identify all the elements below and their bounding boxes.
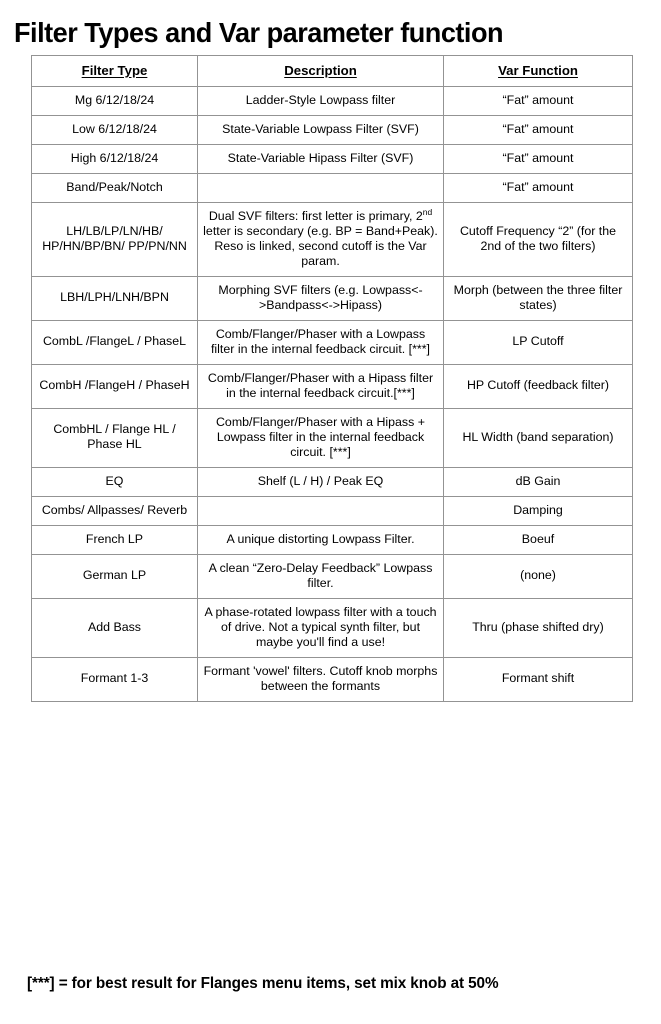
table-row: CombHL / Flange HL / Phase HL Comb/Flang… <box>31 407 633 468</box>
cell-var-function: dB Gain <box>443 466 633 497</box>
cell-filter-type: Mg 6/12/18/24 <box>31 85 198 116</box>
cell-var-function: Damping <box>443 495 633 526</box>
table-row: Low 6/12/18/24 State-Variable Lowpass Fi… <box>31 114 633 145</box>
cell-var-function: Morph (between the three filter states) <box>443 275 633 321</box>
table-row: LBH/LPH/LNH/BPN Morphing SVF filters (e.… <box>31 275 633 321</box>
cell-description <box>197 495 444 526</box>
cell-filter-type: Add Bass <box>31 597 198 658</box>
column-header-filter-type: Filter Type <box>31 55 198 87</box>
cell-description: Shelf (L / H) / Peak EQ <box>197 466 444 497</box>
cell-var-function: HP Cutoff (feedback filter) <box>443 363 633 409</box>
cell-description: Ladder-Style Lowpass filter <box>197 85 444 116</box>
table-row: Add Bass A phase-rotated lowpass filter … <box>31 597 633 658</box>
cell-filter-type: High 6/12/18/24 <box>31 143 198 174</box>
cell-var-function: (none) <box>443 553 633 599</box>
table-row: CombL /FlangeL / PhaseL Comb/Flanger/Pha… <box>31 319 633 365</box>
table-row: CombH /FlangeH / PhaseH Comb/Flanger/Pha… <box>31 363 633 409</box>
cell-var-function: HL Width (band separation) <box>443 407 633 468</box>
cell-description: State-Variable Lowpass Filter (SVF) <box>197 114 444 145</box>
cell-var-function: “Fat” amount <box>443 172 633 203</box>
cell-description-pre: Dual SVF filters: first letter is primar… <box>208 208 423 223</box>
column-header-var-function: Var Function <box>443 55 633 87</box>
cell-filter-type: EQ <box>31 466 198 497</box>
table-row: French LP A unique distorting Lowpass Fi… <box>31 524 633 555</box>
cell-description: Dual SVF filters: first letter is primar… <box>197 201 444 277</box>
cell-var-function: Formant shift <box>443 656 633 702</box>
table-row: German LP A clean “Zero-Delay Feedback” … <box>31 553 633 599</box>
cell-filter-type: Formant 1-3 <box>31 656 198 702</box>
cell-filter-type: French LP <box>31 524 198 555</box>
table-row: LH/LB/LP/LN/HB/ HP/HN/BP/BN/ PP/PN/NN Du… <box>31 201 633 277</box>
page-title: Filter Types and Var parameter function <box>14 17 504 48</box>
document-page: Filter Types and Var parameter function … <box>0 0 661 1024</box>
table-row: Combs/ Allpasses/ Reverb Damping <box>31 495 633 526</box>
cell-var-function: Thru (phase shifted dry) <box>443 597 633 658</box>
column-header-description: Description <box>197 55 444 87</box>
table-header: Filter Type Description Var Function <box>31 55 633 87</box>
cell-description: A clean “Zero-Delay Feedback” Lowpass fi… <box>197 553 444 599</box>
table-row: High 6/12/18/24 State-Variable Hipass Fi… <box>31 143 633 174</box>
cell-var-function: “Fat” amount <box>443 85 633 116</box>
filter-types-table: Filter Type Description Var Function Mg … <box>31 55 633 702</box>
cell-description: Comb/Flanger/Phaser with a Hipass + Lowp… <box>197 407 444 468</box>
table-row: Formant 1-3 Formant 'vowel' filters. Cut… <box>31 656 633 702</box>
cell-filter-type: German LP <box>31 553 198 599</box>
column-header-filter-type-label: Filter Type <box>81 63 148 78</box>
cell-description-post: letter is secondary (e.g. BP = Band+Peak… <box>203 223 438 268</box>
cell-var-function: “Fat” amount <box>443 114 633 145</box>
cell-filter-type: CombHL / Flange HL / Phase HL <box>31 407 198 468</box>
table-header-row: Filter Type Description Var Function <box>31 55 633 87</box>
column-header-var-function-label: Var Function <box>498 63 578 78</box>
cell-filter-type: Band/Peak/Notch <box>31 172 198 203</box>
cell-filter-type: LH/LB/LP/LN/HB/ HP/HN/BP/BN/ PP/PN/NN <box>31 201 198 277</box>
cell-description: A unique distorting Lowpass Filter. <box>197 524 444 555</box>
footnote: [***] = for best result for Flanges menu… <box>27 975 499 992</box>
cell-description <box>197 172 444 203</box>
table-row: Mg 6/12/18/24 Ladder-Style Lowpass filte… <box>31 85 633 116</box>
table-row: EQ Shelf (L / H) / Peak EQ dB Gain <box>31 466 633 497</box>
cell-description: A phase-rotated lowpass filter with a to… <box>197 597 444 658</box>
cell-var-function: Boeuf <box>443 524 633 555</box>
table-body: Mg 6/12/18/24 Ladder-Style Lowpass filte… <box>31 85 633 702</box>
cell-description: Formant 'vowel' filters. Cutoff knob mor… <box>197 656 444 702</box>
cell-description: Comb/Flanger/Phaser with a Lowpass filte… <box>197 319 444 365</box>
ordinal-suffix: nd <box>422 206 433 217</box>
cell-filter-type: Combs/ Allpasses/ Reverb <box>31 495 198 526</box>
cell-description: Comb/Flanger/Phaser with a Hipass filter… <box>197 363 444 409</box>
cell-var-function: “Fat” amount <box>443 143 633 174</box>
cell-var-function: LP Cutoff <box>443 319 633 365</box>
cell-description: Morphing SVF filters (e.g. Lowpass<->Ban… <box>197 275 444 321</box>
filter-table-container: Filter Type Description Var Function Mg … <box>31 55 633 702</box>
cell-filter-type: CombH /FlangeH / PhaseH <box>31 363 198 409</box>
cell-filter-type: Low 6/12/18/24 <box>31 114 198 145</box>
cell-var-function: Cutoff Frequency “2” (for the 2nd of the… <box>443 201 633 277</box>
cell-filter-type: CombL /FlangeL / PhaseL <box>31 319 198 365</box>
table-row: Band/Peak/Notch “Fat” amount <box>31 172 633 203</box>
cell-description: State-Variable Hipass Filter (SVF) <box>197 143 444 174</box>
column-header-description-label: Description <box>284 63 357 78</box>
cell-filter-type: LBH/LPH/LNH/BPN <box>31 275 198 321</box>
